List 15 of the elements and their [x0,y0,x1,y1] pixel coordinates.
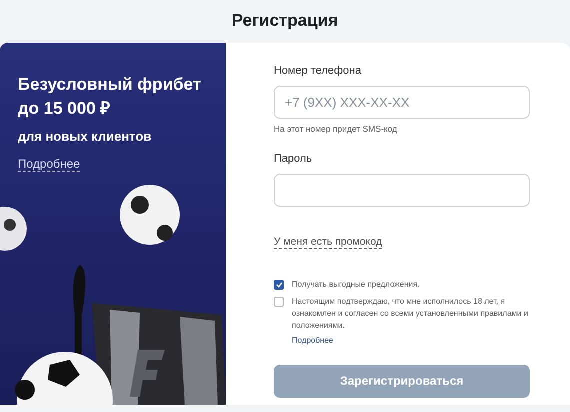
promo-subtitle: для новых клиентов [18,128,153,146]
checkbox-label: Настоящим подтверждаю, что мне исполнилось 18 лет, я ознакомлен и согласен со всеми установленными правилами и положениями. [292,296,530,332]
field-hint: На этот номер придет SMS-код [274,122,398,136]
promo-headline: Безусловный фрибет до 15 000 ₽ [18,74,202,120]
more-link[interactable]: Подробнее [292,335,334,347]
field-label: Номер телефона [274,64,362,79]
more-link[interactable]: Подробнее [18,157,80,172]
promo-code-link[interactable]: У меня есть промокод [274,236,382,249]
field-label: Пароль [274,152,314,168]
checkbox-label: Получать выгодные предложения. [292,278,420,290]
page-title: Регистрация [232,11,338,32]
checkbox[interactable] [274,297,284,308]
checkbox[interactable] [274,280,284,290]
password-input-field[interactable] [274,174,530,207]
phone-input-field[interactable]: +7 (9XX) XXX-XX-XX [274,86,530,118]
